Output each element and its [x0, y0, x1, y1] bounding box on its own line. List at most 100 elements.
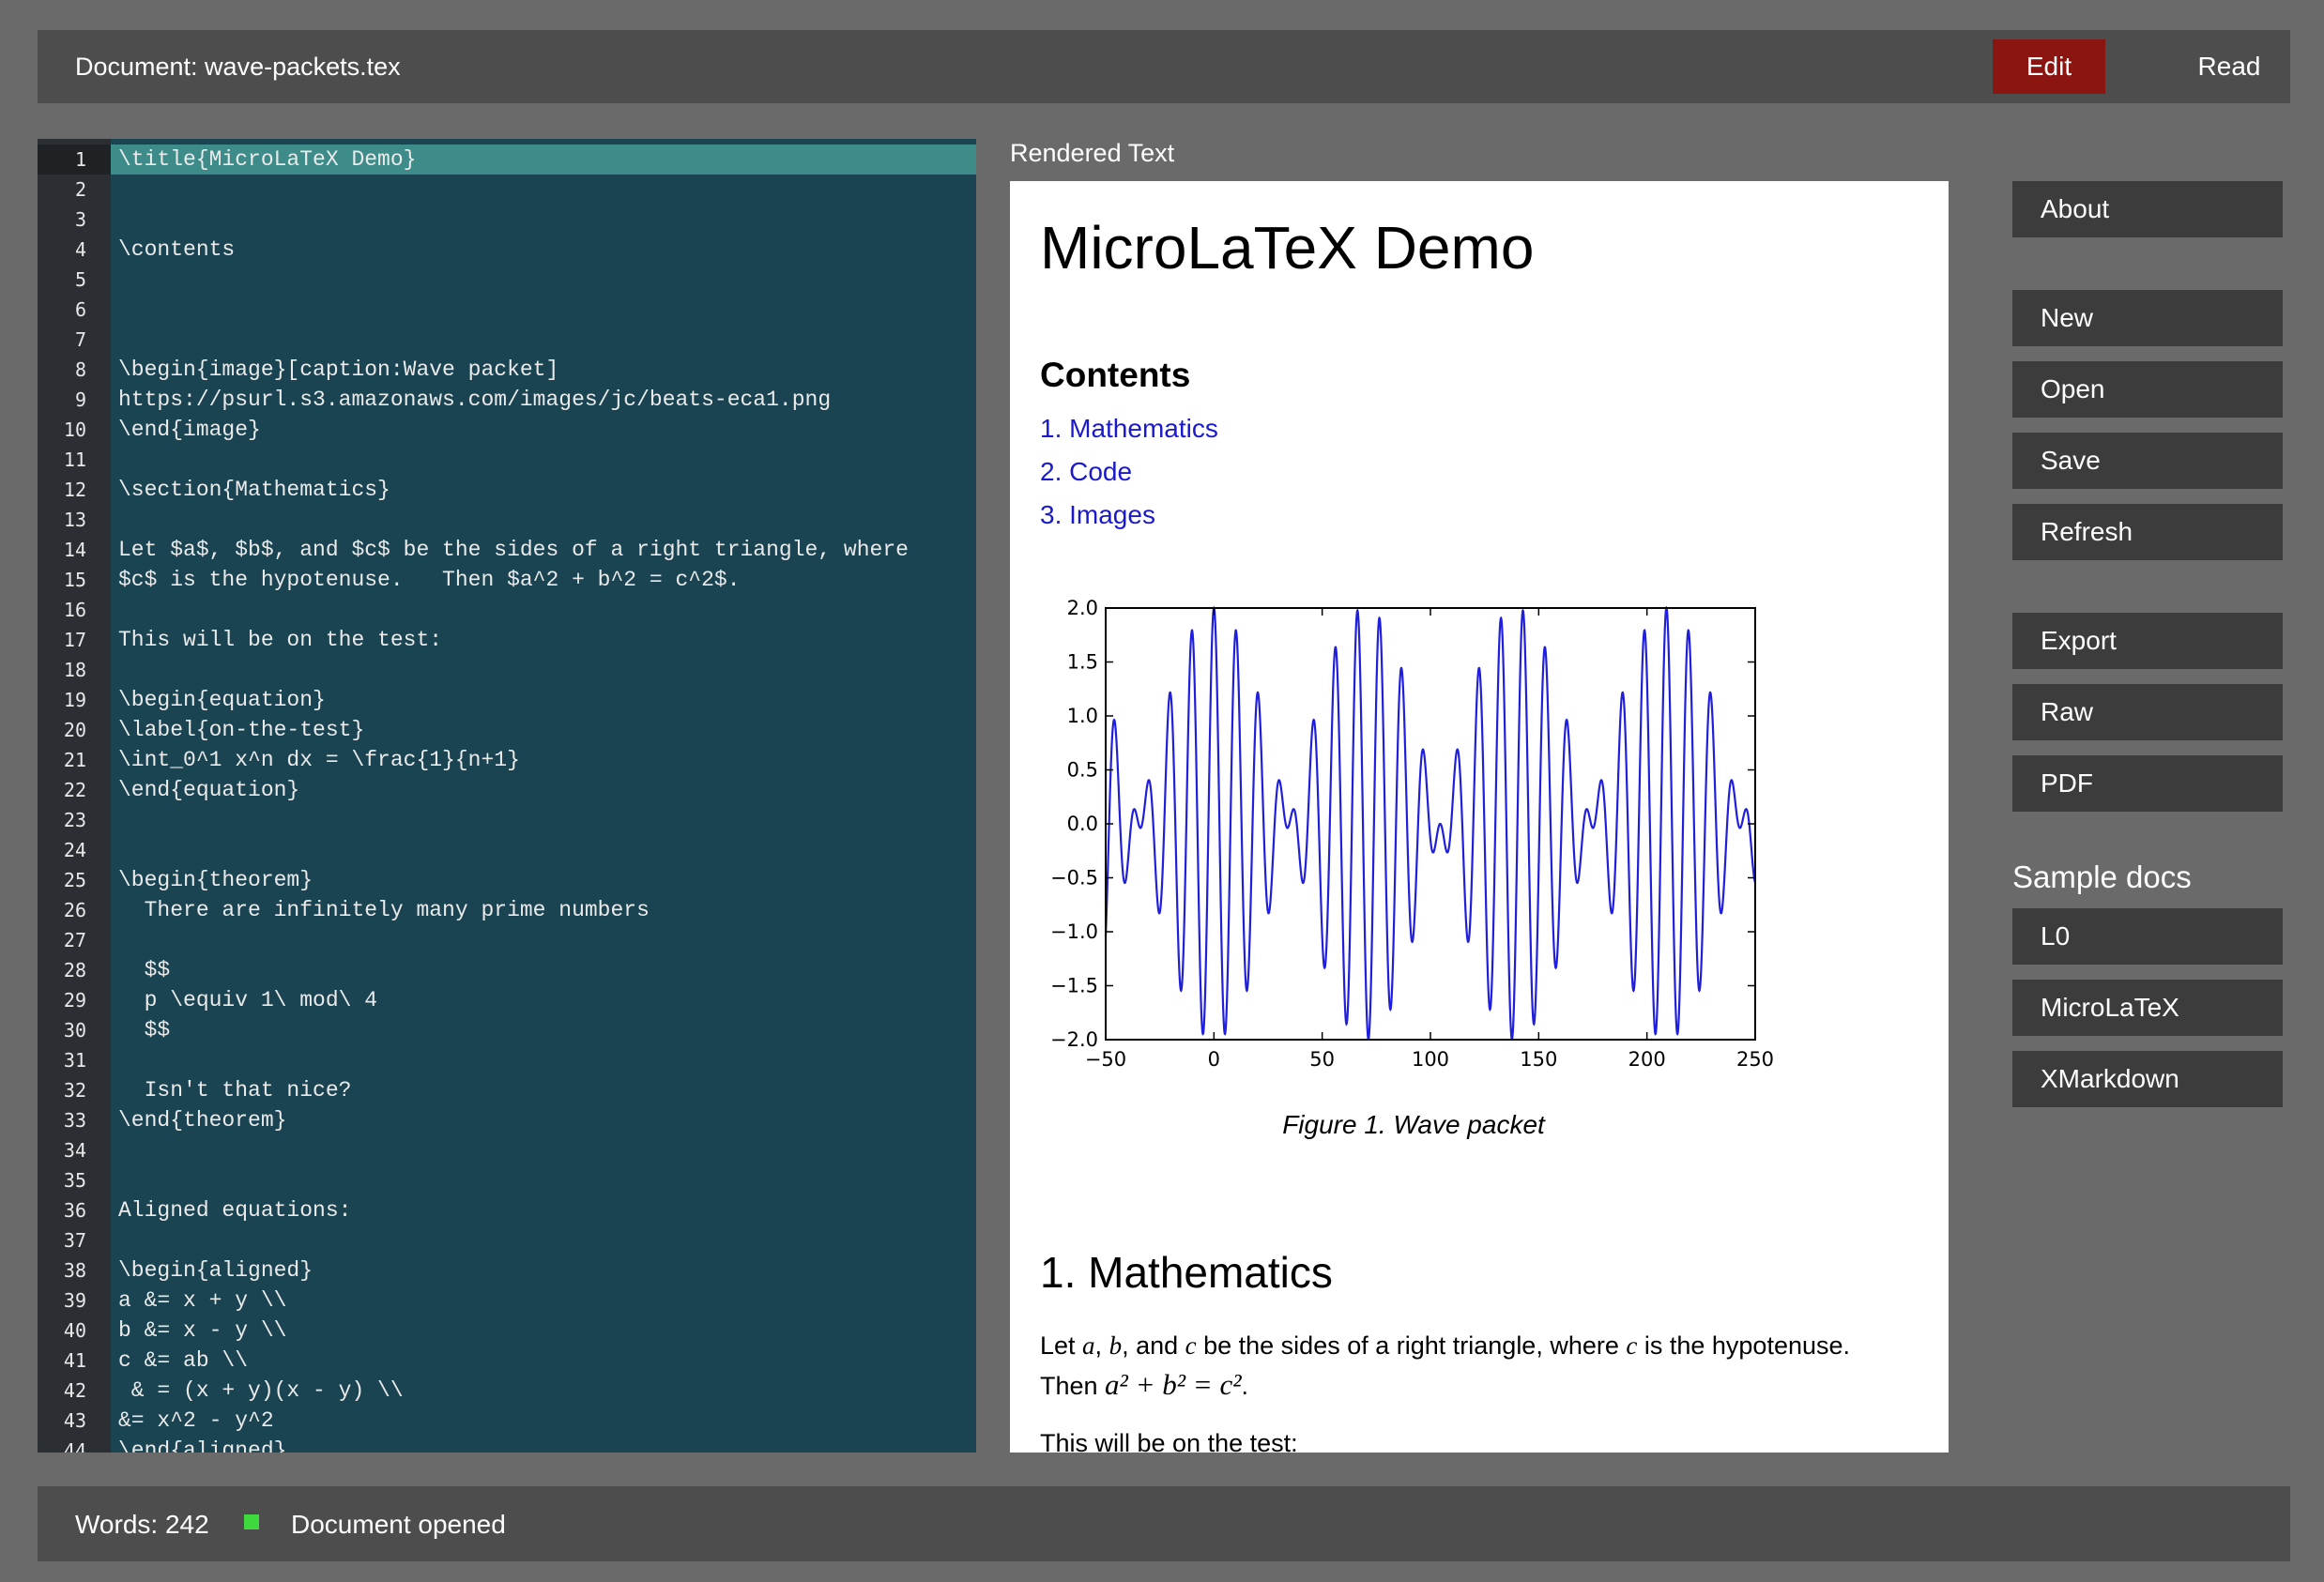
editor-line[interactable]: 21 \int_0^1 x^n dx = \frac{1}{n+1} — [38, 745, 976, 775]
y-tick-label: 2.0 — [1067, 597, 1098, 619]
math-var-a: a — [1082, 1331, 1095, 1360]
line-number: 44 — [63, 1439, 86, 1453]
read-button[interactable]: Read — [2159, 39, 2300, 94]
editor-line[interactable]: 30 $$ — [38, 1015, 976, 1045]
editor-line[interactable]: 7 — [38, 325, 976, 355]
editor-line[interactable]: 42 & = (x + y)(x - y) \\ — [38, 1376, 976, 1406]
toc-link-code[interactable]: 2. Code — [1040, 457, 1132, 487]
line-number: 42 — [63, 1379, 86, 1402]
x-tick-label: 50 — [1309, 1048, 1335, 1071]
editor-line[interactable]: 29 p \equiv 1\ mod\ 4 — [38, 985, 976, 1015]
line-number: 6 — [74, 298, 86, 321]
status-bar: Words: 242 Document opened — [38, 1486, 2290, 1561]
editor-line[interactable]: 43 &= x^2 - y^2 — [38, 1406, 976, 1436]
editor-line[interactable]: 10 \end{image} — [38, 415, 976, 445]
editor-line[interactable]: 14 Let $a$, $b$, and $c$ be the sides of … — [38, 535, 976, 565]
editor-line[interactable]: 38 \begin{aligned} — [38, 1255, 976, 1285]
open-button[interactable]: Open — [2012, 361, 2283, 418]
line-number: 33 — [63, 1109, 86, 1132]
line-number: 27 — [63, 929, 86, 951]
editor-line[interactable]: 25 \begin{theorem} — [38, 865, 976, 895]
toc-link-images[interactable]: 3. Images — [1040, 500, 1155, 530]
sample-doc-xmarkdown[interactable]: XMarkdown — [2012, 1051, 2283, 1107]
line-code: \contents — [118, 237, 236, 262]
line-code: Aligned equations: — [118, 1198, 352, 1223]
y-tick-label: −1.0 — [1050, 920, 1098, 943]
new-button[interactable]: New — [2012, 290, 2283, 346]
line-number: 35 — [63, 1169, 86, 1192]
editor-line[interactable]: 33 \end{theorem} — [38, 1105, 976, 1135]
line-number: 18 — [63, 659, 86, 681]
editor-line[interactable]: 12 \section{Mathematics} — [38, 475, 976, 505]
line-number: 4 — [74, 238, 86, 261]
status-indicator — [244, 1514, 259, 1529]
line-number: 12 — [63, 479, 86, 501]
export-button[interactable]: Export — [2012, 613, 2283, 669]
editor-line[interactable]: 27 — [38, 925, 976, 955]
editor-line[interactable]: 39 a &= x + y \\ — [38, 1285, 976, 1316]
editor-line[interactable]: 13 — [38, 505, 976, 535]
line-number: 28 — [63, 959, 86, 981]
editor-line[interactable]: 34 — [38, 1135, 976, 1165]
source-editor[interactable]: 1 \title{MicroLaTeX Demo} 2 3 4 \contents 5 6 7 8… — [38, 139, 976, 1453]
editor-line[interactable]: 16 — [38, 595, 976, 625]
top-bar: Document: wave-packets.tex Edit Read — [38, 30, 2290, 103]
editor-line[interactable]: 9 https://psurl.s3.amazonaws.com/images/j… — [38, 385, 976, 415]
editor-line[interactable]: 40 b &= x - y \\ — [38, 1316, 976, 1346]
editor-line[interactable]: 37 — [38, 1225, 976, 1255]
editor-line[interactable]: 23 — [38, 805, 976, 835]
save-button[interactable]: Save — [2012, 433, 2283, 489]
line-number: 22 — [63, 779, 86, 801]
line-number: 13 — [63, 509, 86, 531]
editor-line[interactable]: 36 Aligned equations: — [38, 1195, 976, 1225]
line-number: 14 — [63, 539, 86, 561]
line-number: 23 — [63, 809, 86, 831]
editor-line[interactable]: 28 $$ — [38, 955, 976, 985]
line-code: c &= ab \\ — [118, 1348, 249, 1373]
edit-button[interactable]: Edit — [1993, 39, 2105, 94]
pdf-button[interactable]: PDF — [2012, 755, 2283, 812]
editor-line[interactable]: 15 $c$ is the hypotenuse. Then $a^2 + b^2… — [38, 565, 976, 595]
sample-doc-microlatex[interactable]: MicroLaTeX — [2012, 980, 2283, 1036]
line-code: Isn't that nice? — [118, 1078, 352, 1103]
refresh-button[interactable]: Refresh — [2012, 504, 2283, 560]
raw-button[interactable]: Raw — [2012, 684, 2283, 740]
editor-line[interactable]: 3 — [38, 205, 976, 235]
math-var-b: b — [1108, 1331, 1123, 1360]
editor-line[interactable]: 17 This will be on the test: — [38, 625, 976, 655]
editor-line[interactable]: 6 — [38, 295, 976, 325]
editor-line[interactable]: 5 — [38, 265, 976, 295]
toc-link-mathematics[interactable]: 1. Mathematics — [1040, 414, 1218, 444]
editor-line[interactable]: 2 — [38, 175, 976, 205]
editor-line[interactable]: 1 \title{MicroLaTeX Demo} — [38, 145, 976, 175]
line-number: 2 — [74, 178, 86, 201]
editor-line[interactable]: 18 — [38, 655, 976, 685]
sample-doc-l0[interactable]: L0 — [2012, 908, 2283, 965]
line-number: 37 — [63, 1229, 86, 1252]
editor-line[interactable]: 20 \label{on-the-test} — [38, 715, 976, 745]
editor-line[interactable]: 35 — [38, 1165, 976, 1195]
line-number: 31 — [63, 1049, 86, 1072]
line-code: \end{theorem} — [118, 1108, 287, 1133]
line-code: p \equiv 1\ mod\ 4 — [118, 988, 378, 1012]
about-button[interactable]: About — [2012, 181, 2283, 237]
editor-line[interactable]: 32 Isn't that nice? — [38, 1075, 976, 1105]
editor-line[interactable]: 4 \contents — [38, 235, 976, 265]
line-code: &= x^2 - y^2 — [118, 1408, 274, 1433]
line-number: 40 — [63, 1319, 86, 1342]
editor-line[interactable]: 41 c &= ab \\ — [38, 1346, 976, 1376]
editor-line[interactable]: 19 \begin{equation} — [38, 685, 976, 715]
editor-line[interactable]: 22 \end{equation} — [38, 775, 976, 805]
editor-line[interactable]: 26 There are infinitely many prime numbe… — [38, 895, 976, 925]
para-text: . — [1241, 1372, 1249, 1400]
status-message: Document opened — [291, 1510, 506, 1539]
editor-line[interactable]: 31 — [38, 1045, 976, 1075]
line-code: \end{image} — [118, 418, 261, 442]
editor-line[interactable]: 8 \begin{image}[caption:Wave packet] — [38, 355, 976, 385]
line-number: 1 — [74, 148, 86, 171]
line-number: 15 — [63, 569, 86, 591]
editor-line[interactable]: 44 \end{aligned} — [38, 1436, 976, 1453]
editor-line[interactable]: 24 — [38, 835, 976, 865]
editor-line[interactable]: 11 — [38, 445, 976, 475]
math-var-c: c — [1185, 1331, 1197, 1360]
